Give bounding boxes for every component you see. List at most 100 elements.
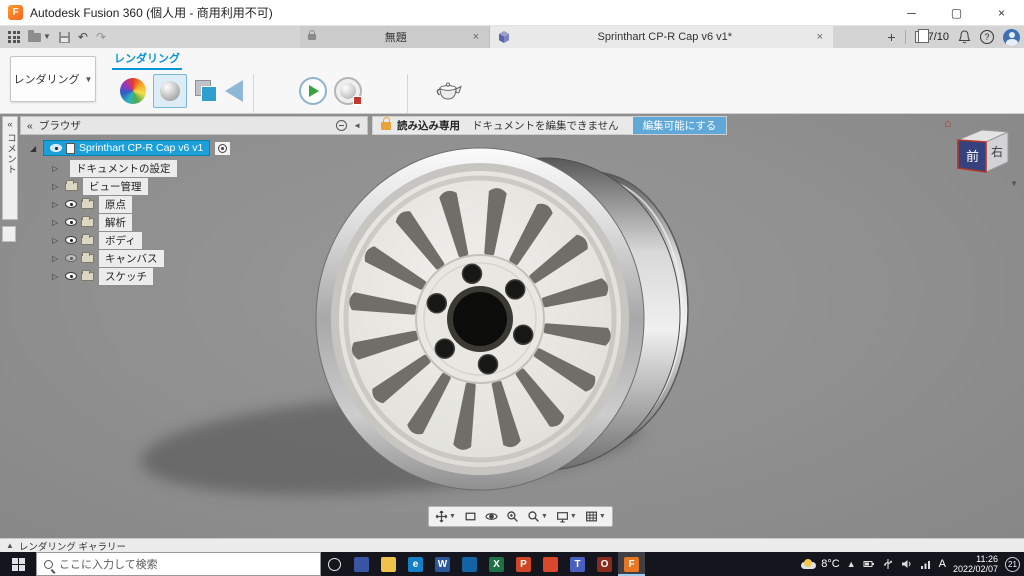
render-teapot-icon[interactable] — [433, 79, 463, 103]
make-editable-button[interactable]: 編集可能にする — [632, 117, 727, 134]
model-canvas[interactable]: « コメント « ブラウザ ◄ ◢ Sprinthart CP-R Cap v6… — [0, 114, 1024, 538]
undo-icon[interactable]: ↶ — [78, 31, 88, 43]
volume-icon[interactable] — [901, 558, 913, 570]
save-icon[interactable] — [58, 31, 70, 43]
notification-count-badge[interactable]: 21 — [1005, 556, 1020, 572]
node-label[interactable]: スケッチ — [98, 266, 154, 286]
browser-tree-row[interactable]: ▷ ドキュメントの設定 — [20, 158, 368, 178]
expander-icon[interactable]: ▷ — [52, 254, 61, 263]
new-tab-button[interactable]: + — [887, 29, 895, 45]
visibility-eye-icon[interactable] — [65, 236, 77, 244]
browser-root-row[interactable]: ◢ Sprinthart CP-R Cap v6 v1 — [20, 139, 368, 157]
expander-icon[interactable]: ▷ — [52, 236, 61, 245]
collapsed-panel-tab[interactable] — [2, 226, 16, 242]
environment-icon[interactable] — [225, 80, 243, 102]
visibility-eye-icon[interactable] — [65, 272, 77, 280]
home-view-icon[interactable]: ⌂ — [944, 116, 951, 130]
expander-icon[interactable]: ▷ — [52, 218, 61, 227]
close-button[interactable]: × — [979, 0, 1024, 26]
browser-tree-row[interactable]: ▷ キャンバス — [20, 248, 368, 268]
taskbar-app-icon[interactable]: T — [564, 552, 591, 576]
doc-tab-untitled[interactable]: 無題 × — [300, 26, 490, 48]
taskbar-clock[interactable]: 11:26 2022/02/07 — [953, 554, 998, 574]
taskbar-app-icon[interactable]: W — [429, 552, 456, 576]
taskbar-app-icon[interactable] — [321, 552, 348, 576]
visibility-eye-icon[interactable] — [65, 218, 77, 226]
taskbar-app-icon[interactable]: F — [618, 552, 645, 576]
node-label[interactable]: 原点 — [98, 194, 133, 214]
appearance-color-wheel-icon[interactable] — [120, 78, 146, 104]
browser-tree-row[interactable]: ▷ ボディ — [20, 230, 368, 250]
display-state-radio[interactable] — [214, 140, 232, 156]
grid-layout-button[interactable]: ▼ — [582, 508, 609, 525]
job-status[interactable]: 7/10 — [914, 29, 949, 43]
browser-tree-row[interactable]: ▷ 原点 — [20, 194, 368, 214]
browser-tree-row[interactable]: ▷ スケッチ — [20, 266, 368, 286]
network-icon[interactable] — [920, 558, 932, 570]
root-document-label[interactable]: Sprinthart CP-R Cap v6 v1 — [43, 140, 211, 156]
pan-button[interactable]: ▼ — [432, 508, 459, 525]
browser-tree-row[interactable]: ▷ 解析 — [20, 212, 368, 232]
visibility-eye-icon[interactable] — [65, 254, 77, 262]
app-grid-icon[interactable] — [8, 31, 20, 43]
fit-button[interactable] — [461, 508, 480, 525]
taskbar-app-icon[interactable]: P — [510, 552, 537, 576]
help-icon[interactable]: ? — [980, 30, 994, 44]
browser-collapse-icon[interactable]: « — [27, 120, 33, 132]
expander-icon[interactable]: ▷ — [52, 182, 61, 191]
taskbar-search-input[interactable]: ここに入力して検索 — [36, 552, 321, 576]
user-avatar[interactable] — [1003, 28, 1020, 46]
texture-map-icon[interactable] — [194, 79, 218, 103]
display-settings-button[interactable]: ▼ — [553, 508, 580, 525]
zoom-button[interactable]: ▼ — [524, 508, 551, 525]
scene-settings-icon[interactable] — [153, 74, 187, 108]
visibility-eye-icon[interactable] — [65, 200, 77, 208]
workspace-selector[interactable]: レンダリング ▼ — [10, 56, 96, 102]
weather-widget[interactable]: 8°C — [801, 558, 840, 570]
tab-close-icon[interactable]: × — [471, 31, 481, 43]
redo-icon[interactable]: ↷ — [96, 31, 106, 43]
expander-icon[interactable]: ▷ — [52, 164, 61, 173]
battery-icon[interactable] — [863, 558, 875, 570]
notification-bell-icon[interactable] — [958, 30, 971, 44]
minimize-button[interactable]: ─ — [889, 0, 934, 26]
node-label[interactable]: ビュー管理 — [82, 176, 149, 196]
taskbar-app-icon[interactable]: X — [483, 552, 510, 576]
ribbon-tab-render[interactable]: レンダリング — [112, 50, 182, 70]
browser-tree-row[interactable]: ▷ ビュー管理 — [20, 176, 368, 196]
node-label[interactable]: キャンバス — [98, 248, 165, 268]
hidden-icons-chevron[interactable]: ▲ — [847, 559, 856, 569]
tab-close-icon[interactable]: × — [815, 31, 825, 43]
render-gallery-bar[interactable]: ▲ レンダリング ギャラリー — [0, 538, 1024, 553]
start-button[interactable] — [0, 552, 36, 576]
node-label[interactable]: ドキュメントの設定 — [69, 158, 178, 178]
comments-panel-tab[interactable]: « コメント — [2, 116, 18, 220]
taskbar-app-icon[interactable]: e — [402, 552, 429, 576]
node-label[interactable]: 解析 — [98, 212, 133, 232]
ime-indicator[interactable]: A — [939, 558, 946, 570]
in-canvas-render-icon[interactable] — [298, 77, 327, 105]
usb-icon[interactable] — [882, 558, 894, 570]
taskbar-app-icon[interactable] — [348, 552, 375, 576]
browser-dock-icon[interactable]: ◄ — [353, 121, 361, 130]
taskbar-app-icon[interactable] — [456, 552, 483, 576]
orbit-button[interactable] — [482, 508, 501, 525]
viewcube-menu-icon[interactable]: ▼ — [1010, 179, 1018, 188]
browser-minimize-icon[interactable] — [336, 120, 348, 131]
taskbar-app-icon[interactable]: O — [591, 552, 618, 576]
expand-gallery-icon[interactable]: ▲ — [6, 541, 14, 550]
taskbar-app-icon[interactable] — [537, 552, 564, 576]
doc-tab-active[interactable]: Sprinthart CP-R Cap v6 v1* × — [490, 26, 833, 48]
expander-icon[interactable]: ◢ — [30, 144, 39, 153]
lock-icon — [381, 116, 391, 130]
file-menu-icon[interactable]: ▼ — [28, 29, 51, 42]
taskbar-app-icon[interactable] — [375, 552, 402, 576]
expander-icon[interactable]: ▷ — [52, 200, 61, 209]
in-canvas-render-image-icon[interactable] — [333, 77, 362, 105]
visibility-eye-icon[interactable] — [50, 144, 62, 152]
maximize-button[interactable]: ▢ — [934, 0, 979, 26]
view-cube[interactable]: ⌂ 前 右 ▼ — [942, 116, 1018, 188]
node-label[interactable]: ボディ — [98, 230, 143, 250]
zoom-in-button[interactable] — [503, 508, 522, 525]
expander-icon[interactable]: ▷ — [52, 272, 61, 281]
